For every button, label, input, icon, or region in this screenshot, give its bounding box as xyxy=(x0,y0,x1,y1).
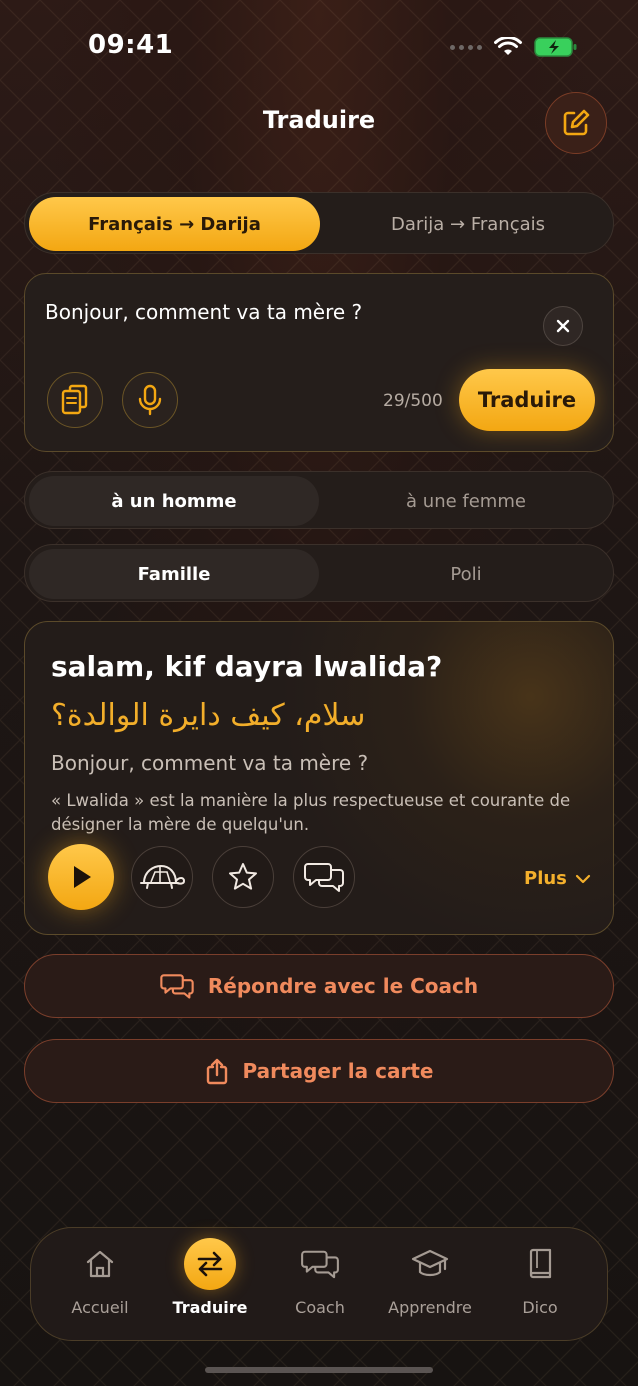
share-card-button[interactable]: Partager la carte xyxy=(24,1039,614,1103)
translation-arabic: سلام، كيف دايرة الوالدة؟ xyxy=(51,698,366,733)
nav-label: Accueil xyxy=(71,1298,129,1317)
chat-bubbles-icon xyxy=(304,863,344,892)
play-button[interactable] xyxy=(48,844,114,910)
discuss-button[interactable] xyxy=(293,846,355,908)
swap-icon xyxy=(197,1251,223,1277)
wifi-icon xyxy=(494,37,522,55)
favorite-button[interactable] xyxy=(212,846,274,908)
turtle-icon xyxy=(140,864,186,889)
nav-icon-wrap xyxy=(294,1238,346,1290)
share-card-label: Partager la carte xyxy=(242,1059,434,1083)
nav-icon-wrap xyxy=(404,1238,456,1290)
share-icon xyxy=(206,1058,227,1085)
translation-latin: salam, kif dayra lwalida? xyxy=(51,650,443,683)
microphone-button[interactable] xyxy=(122,372,178,428)
gender-female[interactable]: à une femme xyxy=(321,476,611,526)
chevron-down-icon xyxy=(575,874,590,883)
nav-label: Traduire xyxy=(172,1298,248,1317)
paste-button[interactable] xyxy=(47,372,103,428)
coach-reply-label: Répondre avec le Coach xyxy=(207,974,479,998)
edit-icon xyxy=(563,109,590,136)
home-indicator[interactable] xyxy=(205,1367,433,1373)
clear-button[interactable] xyxy=(543,306,583,346)
nav-label: Coach xyxy=(295,1298,345,1317)
bottom-nav: Accueil Traduire Coach Apprendre Dico xyxy=(30,1227,608,1341)
nav-item-dico[interactable]: Dico xyxy=(485,1228,595,1342)
gender-male[interactable]: à un homme xyxy=(29,476,319,526)
page-title: Traduire xyxy=(262,106,376,134)
source-text-input[interactable]: Bonjour, comment va ta mère ? xyxy=(45,300,362,324)
star-icon xyxy=(229,863,257,890)
translation-source: Bonjour, comment va ta mère ? xyxy=(51,751,369,775)
status-icons xyxy=(450,36,578,58)
close-icon xyxy=(556,319,570,333)
register-family[interactable]: Famille xyxy=(29,549,319,599)
chat-bubbles-icon xyxy=(160,974,194,999)
home-icon xyxy=(86,1250,114,1278)
clipboard-icon xyxy=(61,384,88,415)
nav-icon-wrap xyxy=(184,1238,236,1290)
battery-icon xyxy=(534,37,577,57)
status-time: 09:41 xyxy=(88,30,174,60)
translation-note: « Lwalida » est la manière la plus respe… xyxy=(51,791,571,834)
direction-toggle: Français → Darija Darija → Français xyxy=(24,192,614,254)
direction-fr-darija[interactable]: Français → Darija xyxy=(29,197,320,251)
coach-reply-button[interactable]: Répondre avec le Coach xyxy=(24,954,614,1018)
more-label: Plus xyxy=(524,868,567,889)
nav-item-apprendre[interactable]: Apprendre xyxy=(375,1228,485,1342)
graduation-cap-icon xyxy=(411,1249,449,1277)
nav-icon-wrap xyxy=(514,1238,566,1290)
result-card: salam, kif dayra lwalida? سلام، كيف داير… xyxy=(24,621,614,935)
book-icon xyxy=(529,1248,552,1279)
edit-button[interactable] xyxy=(545,92,607,154)
chat-icon xyxy=(301,1250,339,1279)
play-icon xyxy=(74,866,91,888)
register-toggle: Famille Poli xyxy=(24,544,614,602)
signal-icon xyxy=(450,44,482,50)
translate-button[interactable]: Traduire xyxy=(459,369,595,431)
nav-icon-wrap xyxy=(74,1238,126,1290)
character-count: 29/500 xyxy=(383,391,443,411)
nav-item-coach[interactable]: Coach xyxy=(265,1228,375,1342)
direction-darija-fr[interactable]: Darija → Français xyxy=(325,197,611,251)
register-polite[interactable]: Poli xyxy=(321,549,611,599)
slow-play-button[interactable] xyxy=(131,846,193,908)
input-card: Bonjour, comment va ta mère ? 29/500 Tra… xyxy=(24,273,614,452)
more-toggle[interactable]: Plus xyxy=(524,868,591,889)
nav-item-accueil[interactable]: Accueil xyxy=(45,1228,155,1342)
microphone-icon xyxy=(138,384,162,416)
nav-label: Dico xyxy=(522,1298,558,1317)
nav-item-traduire[interactable]: Traduire xyxy=(155,1228,265,1342)
nav-label: Apprendre xyxy=(388,1298,472,1317)
gender-toggle: à un homme à une femme xyxy=(24,471,614,529)
